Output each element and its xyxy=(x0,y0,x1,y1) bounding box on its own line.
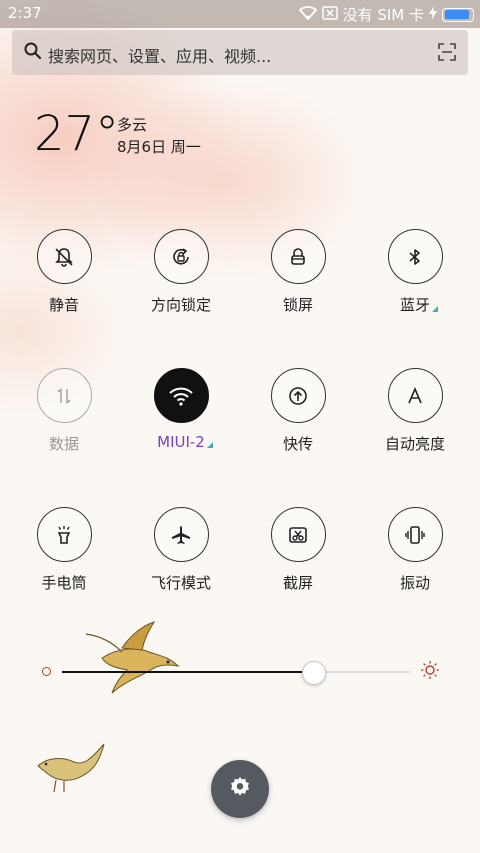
wifi-status-icon xyxy=(298,5,317,24)
toggle-vibrate[interactable]: 振动 xyxy=(370,507,460,593)
bird-illustration xyxy=(37,743,105,793)
airplane-icon xyxy=(153,507,209,562)
weather-condition: 多云 xyxy=(117,116,148,134)
toggle-mute[interactable]: 静音 xyxy=(19,229,109,315)
more-indicator xyxy=(206,442,213,448)
gear-icon xyxy=(228,775,252,803)
screenshot-icon xyxy=(270,507,326,562)
toggle-label: 截屏 xyxy=(282,574,313,592)
toggle-quick-transfer[interactable]: 快传 xyxy=(253,368,343,454)
brightness-low-icon xyxy=(42,667,51,676)
scan-icon[interactable] xyxy=(438,43,456,65)
toggle-label: 数据 xyxy=(48,435,79,453)
weather-temperature: 27° xyxy=(34,106,120,162)
toggle-airplane-mode[interactable]: 飞行模式 xyxy=(136,507,226,593)
weather-date: 8月6日 周一 xyxy=(117,138,201,156)
toggle-mobile-data[interactable]: 数据 xyxy=(19,368,109,454)
quick-transfer-icon xyxy=(270,368,326,423)
auto-brightness-icon xyxy=(387,368,443,423)
brightness-thumb[interactable] xyxy=(301,661,326,685)
toggle-rotation-lock[interactable]: 方向锁定 xyxy=(136,229,226,315)
toggle-lock-screen[interactable]: 锁屏 xyxy=(253,229,343,315)
settings-button[interactable] xyxy=(211,760,269,818)
brightness-fill xyxy=(62,671,313,673)
brightness-slider[interactable] xyxy=(40,660,440,685)
mobile-data-icon xyxy=(36,368,92,423)
toggle-flashlight[interactable]: 手电筒 xyxy=(19,507,109,593)
status-bar: 2:37 没有 SIM 卡 xyxy=(0,0,480,28)
brightness-track[interactable] xyxy=(62,661,410,685)
carrier-text: 没有 SIM 卡 xyxy=(342,6,424,24)
toggle-label: 振动 xyxy=(399,574,430,592)
toggle-label: 飞行模式 xyxy=(150,574,211,592)
wifi-icon xyxy=(153,368,209,423)
toggle-label: 静音 xyxy=(48,296,79,314)
toggle-label: 快传 xyxy=(282,435,313,453)
toggle-label: 自动亮度 xyxy=(384,435,445,453)
toggle-label: 蓝牙 xyxy=(400,294,438,315)
toggle-label: 方向锁定 xyxy=(150,296,211,314)
toggle-label: 锁屏 xyxy=(282,296,313,314)
bluetooth-icon xyxy=(387,229,443,284)
lock-icon xyxy=(270,229,326,284)
search-bar[interactable]: 搜索网页、设置、应用、视频... xyxy=(12,30,468,75)
toggle-wifi[interactable]: MIUI-2 xyxy=(136,368,226,451)
brightness-high-icon xyxy=(420,660,440,684)
toggle-label: 手电筒 xyxy=(41,574,87,592)
toggle-screenshot[interactable]: 截屏 xyxy=(253,507,343,593)
search-placeholder: 搜索网页、设置、应用、视频... xyxy=(48,47,272,66)
toggle-label: MIUI-2 xyxy=(157,433,213,451)
no-sim-icon xyxy=(321,5,338,24)
rotation-lock-icon xyxy=(153,229,209,284)
bell-off-icon xyxy=(36,229,92,284)
vibrate-icon xyxy=(387,507,443,562)
battery-icon xyxy=(442,7,474,22)
charging-icon xyxy=(429,5,437,24)
more-indicator xyxy=(432,306,438,312)
flashlight-icon xyxy=(36,507,92,562)
status-icons: 没有 SIM 卡 xyxy=(298,4,474,25)
toggle-bluetooth[interactable]: 蓝牙 xyxy=(370,229,460,315)
bird-illustration xyxy=(85,621,180,694)
search-icon xyxy=(24,42,42,64)
status-time: 2:37 xyxy=(8,4,42,22)
toggle-auto-brightness[interactable]: 自动亮度 xyxy=(370,368,460,454)
